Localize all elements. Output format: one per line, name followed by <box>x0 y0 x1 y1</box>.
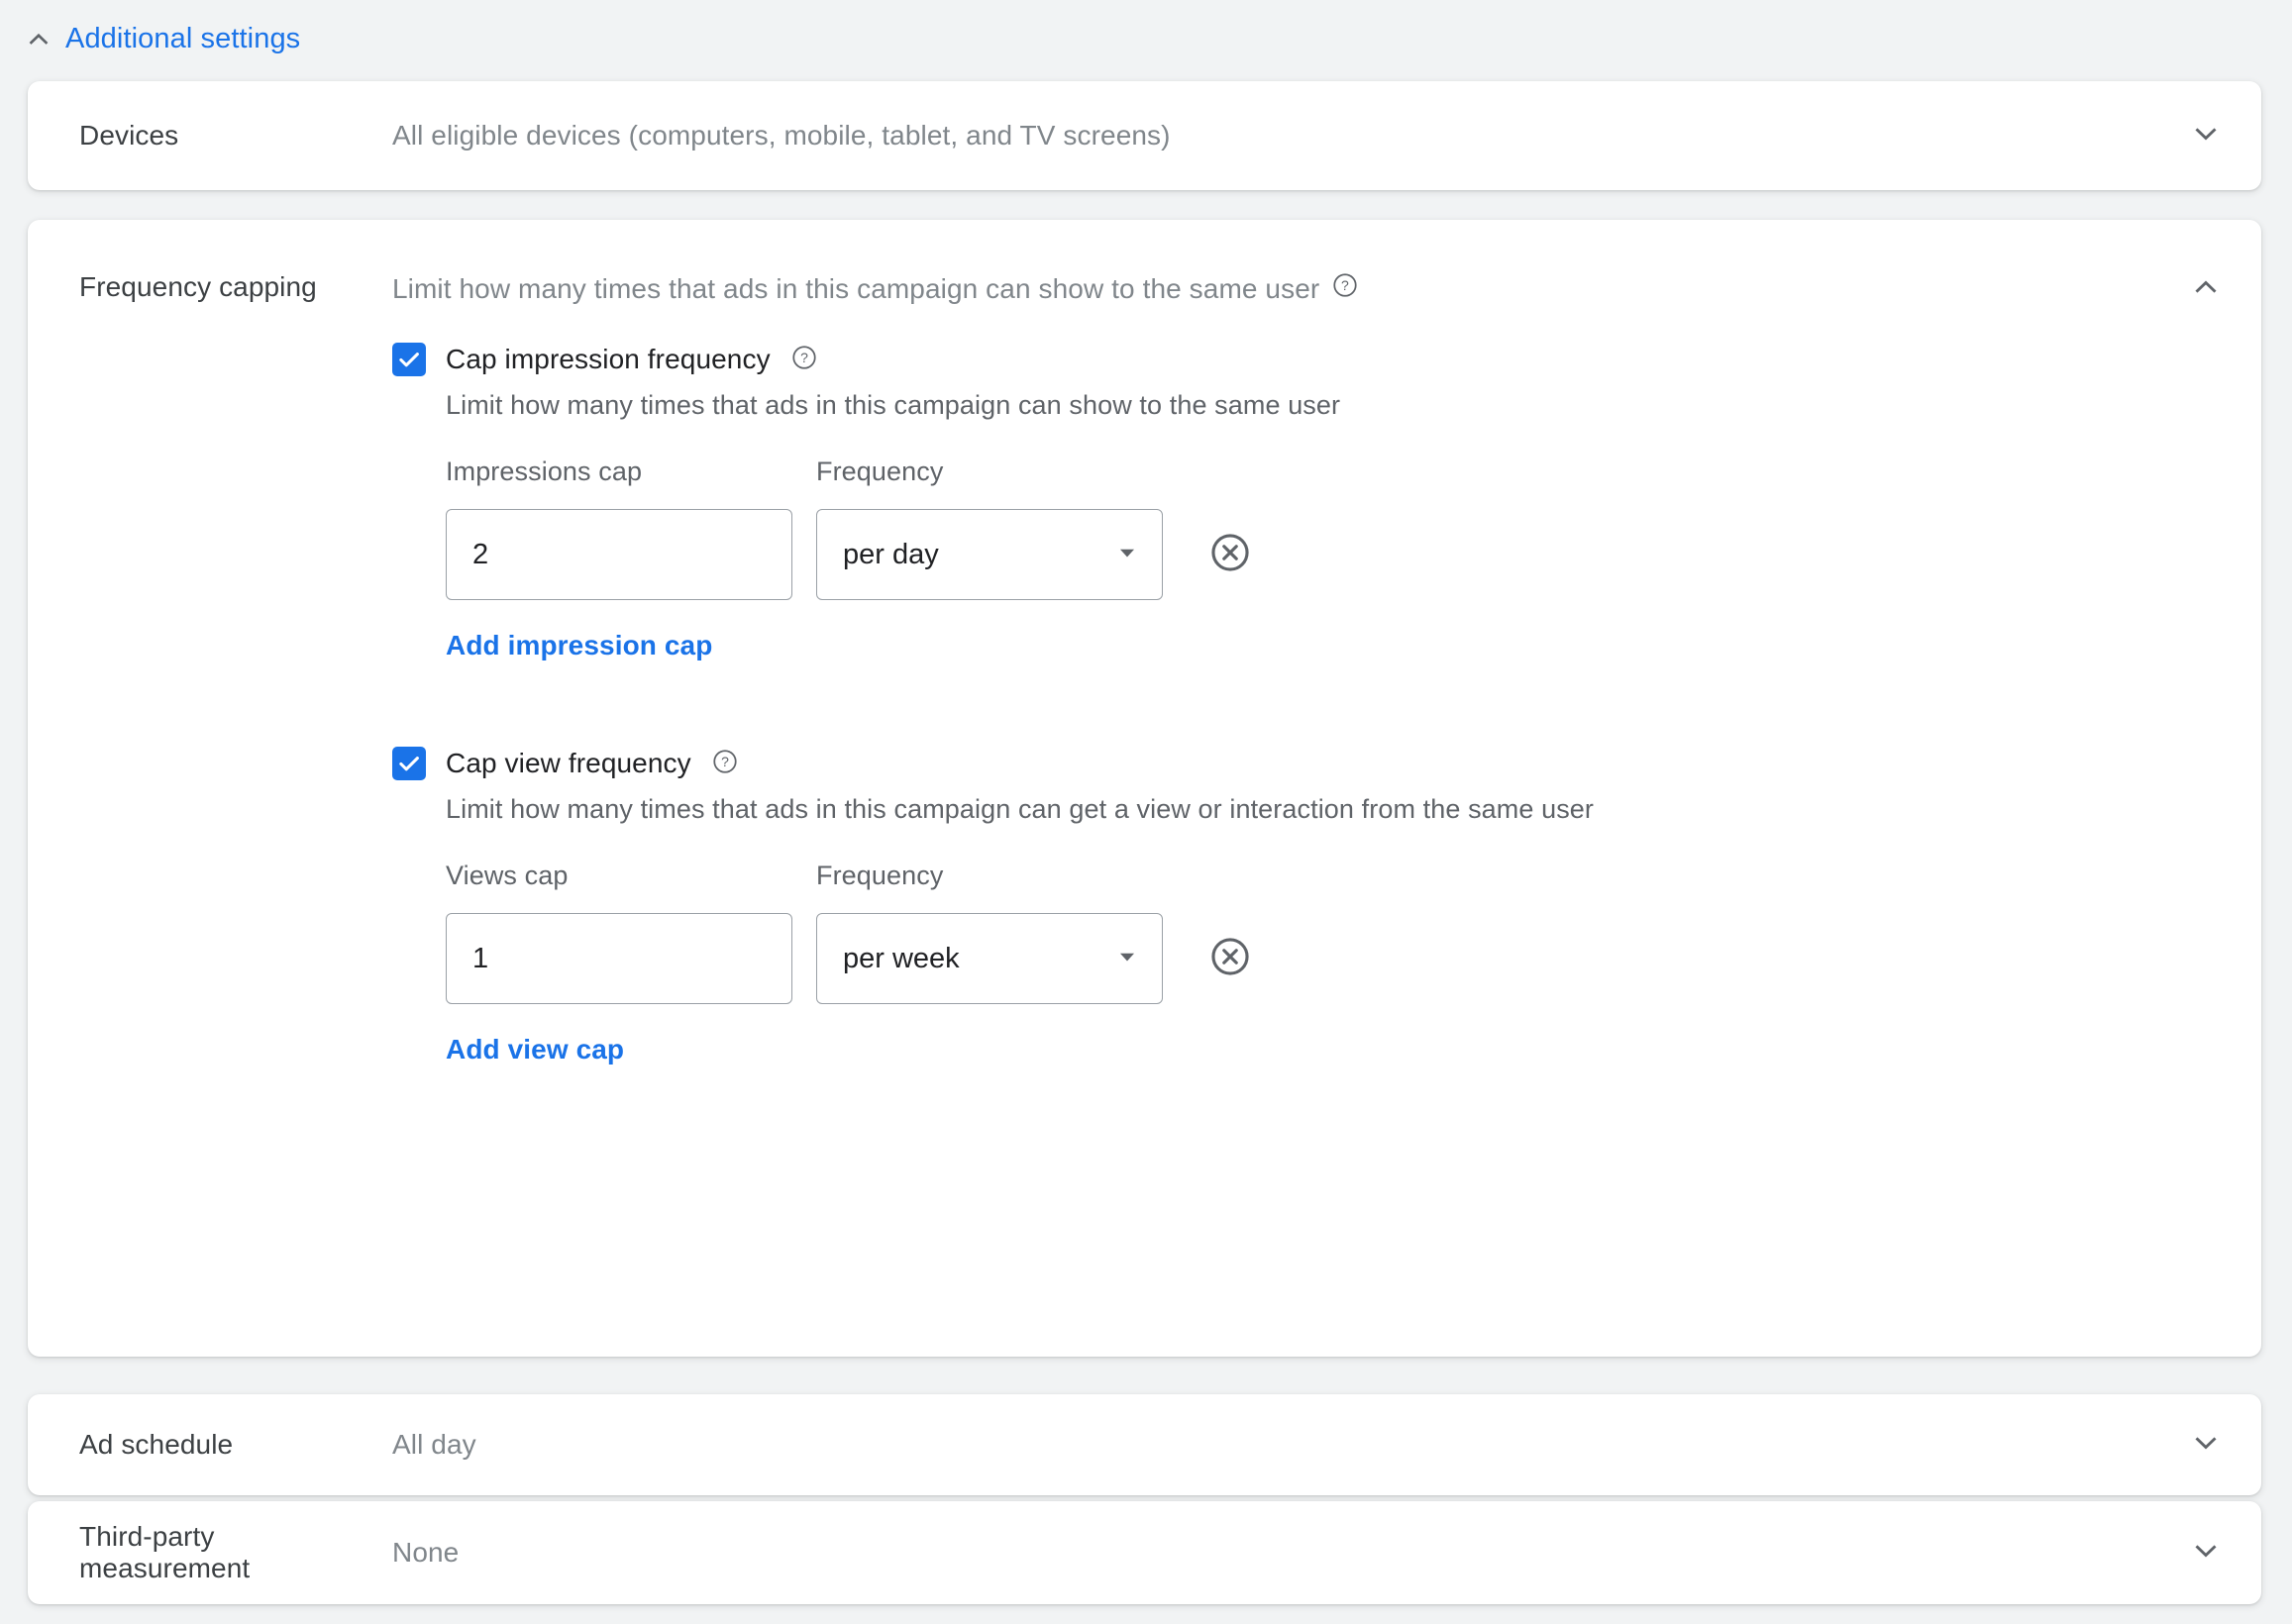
views-cap-input[interactable]: 1 <box>446 913 792 1004</box>
third-party-measurement-row[interactable]: Third-party measurement None <box>28 1501 2261 1604</box>
add-view-cap-link[interactable]: Add view cap <box>446 1034 624 1066</box>
ad-schedule-expand-button[interactable] <box>2178 1417 2234 1472</box>
frequency-capping-title: Frequency capping <box>79 269 392 303</box>
additional-settings-page: Additional settings Devices All eligible… <box>0 0 2292 1624</box>
impression-cap-block: Cap impression frequency ? Limit how man… <box>392 343 2234 661</box>
additional-settings-label: Additional settings <box>65 22 300 55</box>
frequency-capping-body: Cap impression frequency ? Limit how man… <box>28 317 2261 1066</box>
ad-schedule-row[interactable]: Ad schedule All day <box>28 1394 2261 1495</box>
impression-frequency-field: Frequency per day <box>816 457 1163 600</box>
chevron-up-icon <box>2189 270 2223 309</box>
ad-schedule-title: Ad schedule <box>79 1429 392 1461</box>
help-circle-icon[interactable]: ? <box>790 344 818 376</box>
add-impression-cap-link[interactable]: Add impression cap <box>446 630 712 661</box>
additional-settings-toggle[interactable]: Additional settings <box>22 22 300 55</box>
third-party-measurement-title: Third-party measurement <box>79 1521 392 1584</box>
devices-title: Devices <box>79 120 392 152</box>
frequency-capping-card: Frequency capping Limit how many times t… <box>28 220 2261 1357</box>
third-party-measurement-card[interactable]: Third-party measurement None <box>28 1501 2261 1604</box>
cap-view-frequency-checkbox[interactable] <box>392 747 426 780</box>
chevron-down-icon <box>2189 1534 2223 1573</box>
view-cap-block: Cap view frequency ? Limit how many time… <box>392 747 2234 1066</box>
block-spacer <box>392 661 2234 747</box>
svg-text:?: ? <box>800 350 808 365</box>
view-frequency-label: Frequency <box>816 861 1163 891</box>
chevron-down-icon <box>2189 1426 2223 1465</box>
devices-expand-button[interactable] <box>2178 108 2234 163</box>
devices-row[interactable]: Devices All eligible devices (computers,… <box>28 81 2261 190</box>
views-cap-field: Views cap 1 <box>446 861 792 1004</box>
impressions-cap-value: 2 <box>472 539 488 571</box>
dropdown-arrow-icon <box>1114 944 1140 974</box>
third-party-measurement-value: None <box>392 1537 2178 1569</box>
cap-impression-frequency-label: Cap impression frequency <box>446 344 771 375</box>
frequency-capping-collapse-button[interactable] <box>2178 261 2234 317</box>
view-frequency-value: per week <box>843 943 960 975</box>
impressions-cap-input[interactable]: 2 <box>446 509 792 600</box>
cap-impression-frequency-checkbox[interactable] <box>392 343 426 376</box>
cap-impression-frequency-row[interactable]: Cap impression frequency ? <box>392 343 2234 376</box>
chevron-down-icon <box>2189 117 2223 155</box>
dropdown-arrow-icon <box>1114 540 1140 570</box>
impression-frequency-select[interactable]: per day <box>816 509 1163 600</box>
impression-cap-fields: Impressions cap 2 Frequency per day <box>446 457 2234 600</box>
devices-card[interactable]: Devices All eligible devices (computers,… <box>28 81 2261 190</box>
remove-circle-x-icon <box>1208 531 1252 579</box>
remove-view-cap-button[interactable] <box>1202 913 1258 1004</box>
help-circle-icon[interactable]: ? <box>711 748 739 780</box>
cap-view-frequency-label: Cap view frequency <box>446 748 691 779</box>
frequency-capping-description-wrap: Limit how many times that ads in this ca… <box>392 269 2178 306</box>
ad-schedule-card[interactable]: Ad schedule All day <box>28 1394 2261 1495</box>
cap-view-frequency-row[interactable]: Cap view frequency ? <box>392 747 2234 780</box>
impression-frequency-value: per day <box>843 539 939 571</box>
remove-impression-cap-button[interactable] <box>1202 509 1258 600</box>
ad-schedule-value: All day <box>392 1429 2178 1461</box>
devices-value: All eligible devices (computers, mobile,… <box>392 120 2178 152</box>
views-cap-value: 1 <box>472 943 488 975</box>
svg-text:?: ? <box>721 754 729 769</box>
impressions-cap-field: Impressions cap 2 <box>446 457 792 600</box>
views-cap-label: Views cap <box>446 861 792 891</box>
view-cap-fields: Views cap 1 Frequency per week <box>446 861 2234 1004</box>
frequency-capping-description: Limit how many times that ads in this ca… <box>392 273 1319 305</box>
view-frequency-select[interactable]: per week <box>816 913 1163 1004</box>
third-party-measurement-expand-button[interactable] <box>2178 1525 2234 1580</box>
impression-frequency-label: Frequency <box>816 457 1163 487</box>
frequency-capping-header: Frequency capping Limit how many times t… <box>28 220 2261 317</box>
view-frequency-field: Frequency per week <box>816 861 1163 1004</box>
chevron-up-icon <box>22 22 55 55</box>
help-circle-icon[interactable]: ? <box>1331 271 1359 306</box>
impressions-cap-label: Impressions cap <box>446 457 792 487</box>
cap-impression-frequency-description: Limit how many times that ads in this ca… <box>446 390 2234 421</box>
cap-view-frequency-description: Limit how many times that ads in this ca… <box>446 794 2234 825</box>
remove-circle-x-icon <box>1208 935 1252 983</box>
svg-text:?: ? <box>1341 277 1349 293</box>
